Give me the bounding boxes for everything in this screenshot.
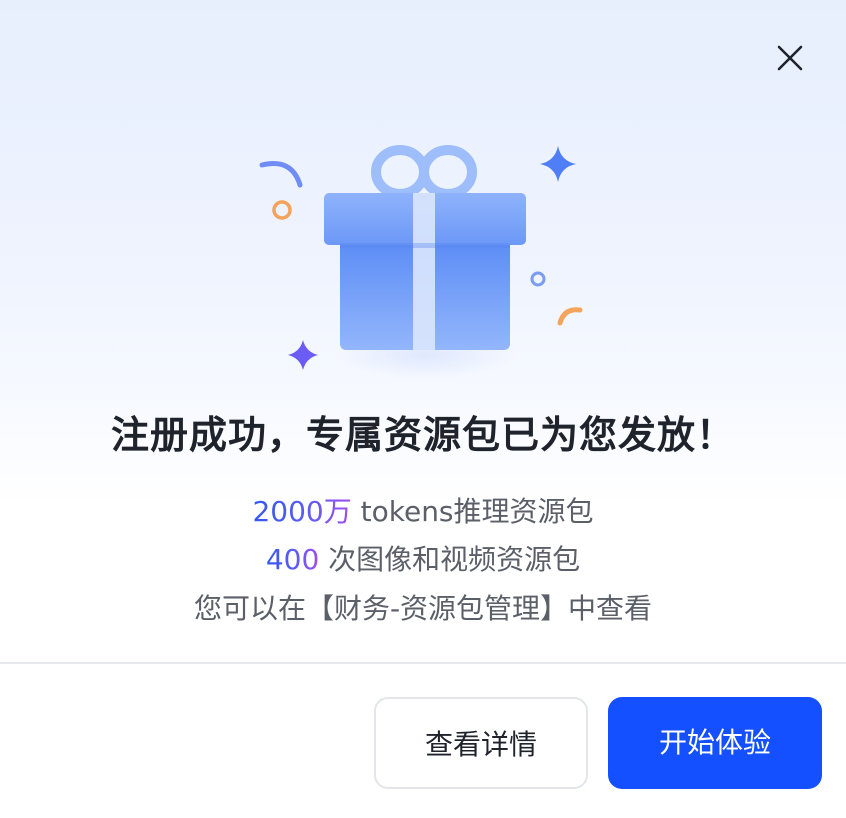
dialog-title: 注册成功，专属资源包已为您发放！	[110, 413, 735, 457]
gift-box-icon	[259, 145, 583, 379]
close-button[interactable]	[770, 38, 810, 78]
benefit-tokens-text: tokens推理资源包	[351, 495, 594, 528]
footer-divider	[0, 662, 846, 664]
benefit-media-text: 次图像和视频资源包	[319, 543, 581, 576]
benefit-line-tokens: 2000万 tokens推理资源包	[0, 490, 846, 530]
benefit-tokens-amount: 2000万	[252, 495, 352, 528]
hero-illustration	[250, 130, 600, 390]
close-icon	[777, 45, 803, 71]
benefit-line-media: 400 次图像和视频资源包	[0, 538, 846, 578]
resource-note: 您可以在【财务-资源包管理】中查看	[193, 592, 653, 625]
view-details-button[interactable]: 查看详情	[374, 697, 588, 789]
success-dialog: 注册成功，专属资源包已为您发放！ 2000万 tokens推理资源包 400 次…	[0, 0, 846, 818]
benefit-media-amount: 400	[265, 543, 320, 576]
start-experience-button[interactable]: 开始体验	[608, 697, 822, 789]
